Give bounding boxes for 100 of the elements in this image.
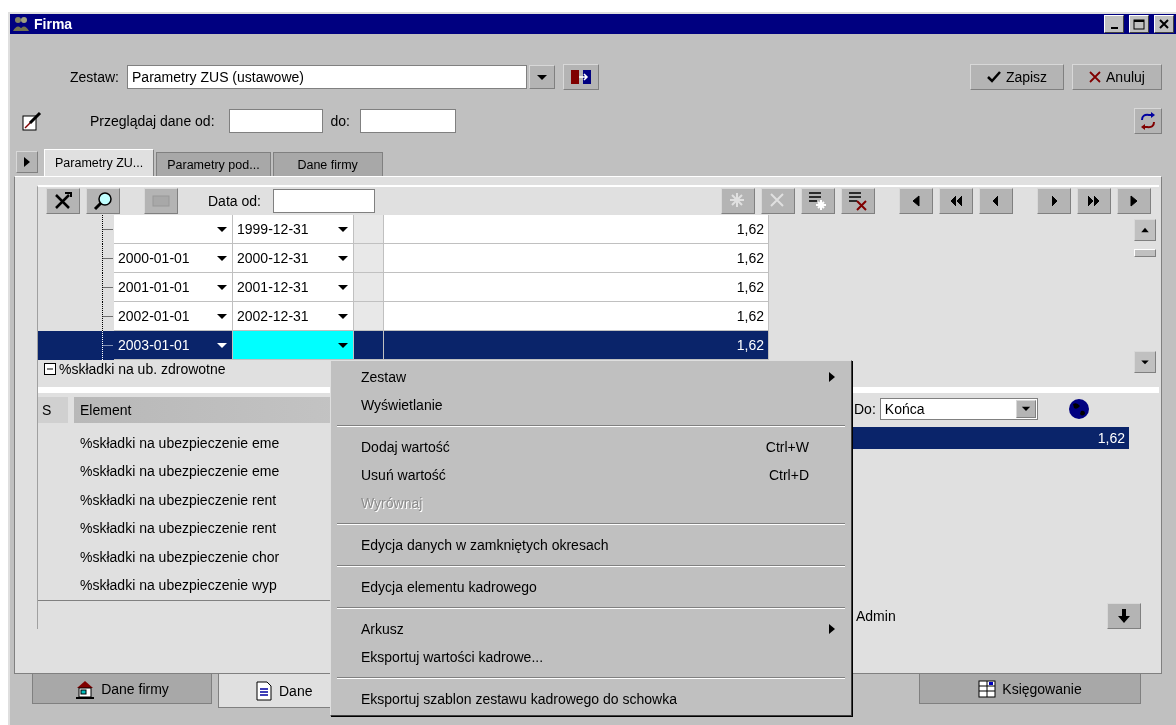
table-cell: 1,62: [384, 244, 769, 274]
fast-forward-button[interactable]: [1077, 188, 1111, 215]
date-to-field[interactable]: [360, 109, 456, 133]
caret-icon: [337, 254, 349, 263]
date-from-field[interactable]: [228, 109, 323, 133]
table-cell[interactable]: [233, 331, 354, 361]
search-button[interactable]: [86, 188, 120, 215]
add-row-icon: [808, 192, 827, 212]
tab[interactable]: Dane firmy: [272, 152, 383, 176]
table-cell[interactable]: 2000-01-01: [114, 244, 233, 274]
caret-icon: [1020, 405, 1031, 413]
menu-item[interactable]: Wyświetlanie: [333, 391, 849, 419]
table-cell: 1,62: [384, 273, 769, 303]
table-cell[interactable]: 2001-01-01: [114, 273, 233, 303]
browse-label: Przeglądaj dane od:: [90, 113, 215, 129]
exit-button[interactable]: [563, 64, 599, 90]
shortcut-label: Ctrl+D: [768, 467, 809, 483]
table-cell[interactable]: 2000-12-31: [233, 244, 354, 274]
menu-item[interactable]: Arkusz: [333, 615, 849, 643]
add-row-button[interactable]: [801, 188, 835, 215]
expand-button[interactable]: [16, 151, 38, 173]
tab[interactable]: Parametry pod...: [156, 152, 271, 176]
save-button[interactable]: Zapisz: [970, 64, 1064, 90]
shortcut-label: Ctrl+W: [765, 439, 809, 455]
window-title: Firma: [34, 16, 73, 32]
maximize-button[interactable]: [1129, 15, 1149, 33]
table-cell: [354, 302, 384, 332]
tree-connector: [102, 244, 113, 274]
column-header[interactable]: S: [38, 396, 68, 423]
minimize-icon: [1110, 26, 1118, 29]
door-arrow-icon: [570, 68, 592, 86]
down-arrow-icon: [1140, 358, 1150, 365]
caret-icon: [216, 312, 228, 321]
fast-forward-icon: [1086, 194, 1102, 209]
to-combo[interactable]: Końca: [879, 397, 1038, 420]
tab[interactable]: Księgowanie: [919, 674, 1141, 704]
move-down-button[interactable]: [1107, 602, 1141, 629]
collapse-icon[interactable]: [44, 363, 56, 376]
house-icon: [75, 678, 96, 699]
down-arrow-icon: [1117, 607, 1131, 624]
search-icon: [93, 191, 113, 212]
minimize-button[interactable]: [1104, 15, 1124, 33]
remove-row-icon: [848, 192, 867, 212]
caret-icon: [536, 73, 548, 81]
menu-item[interactable]: Dodaj wartość Ctrl+W: [333, 433, 849, 461]
table-cell: 1,62: [384, 331, 769, 361]
star-icon: [729, 192, 745, 209]
close-icon: [1089, 71, 1102, 83]
menu-item[interactable]: Zestaw: [333, 363, 849, 391]
menu-item[interactable]: Edycja elementu kadrowego: [333, 573, 849, 601]
previous-button[interactable]: [979, 188, 1013, 215]
remove-row-button[interactable]: [841, 188, 875, 215]
menu-item[interactable]: Usuń wartość Ctrl+D: [333, 461, 849, 489]
menu-item[interactable]: Eksportuj szablon zestawu kadrowego do schowka: [333, 685, 849, 713]
date-label: Data od:: [208, 193, 261, 210]
date-field[interactable]: [272, 189, 375, 214]
tab[interactable]: Parametry ZU...: [44, 149, 155, 176]
globe-icon: [1067, 397, 1090, 420]
caret-icon: [337, 312, 349, 321]
caret-icon: [216, 225, 228, 234]
close-button[interactable]: [1154, 15, 1174, 33]
table-cell[interactable]: 2003-01-01: [114, 331, 233, 361]
scroll-up-button[interactable]: [1134, 219, 1156, 242]
set-label: Zestaw:: [70, 69, 119, 85]
set-field[interactable]: Parametry ZUS (ustawowe): [127, 65, 527, 89]
user-name: Admin: [856, 607, 896, 624]
tree-connector: [102, 273, 113, 303]
caret-icon: [337, 341, 349, 350]
cancel-button[interactable]: Anuluj: [1072, 64, 1162, 90]
caret-icon: [216, 254, 228, 263]
table-cell[interactable]: 2002-12-31: [233, 302, 354, 332]
dropdown-button[interactable]: [529, 65, 555, 89]
last-button[interactable]: [1117, 188, 1151, 215]
document-icon: [255, 680, 273, 701]
table-cell: [354, 244, 384, 274]
fast-back-button[interactable]: [939, 188, 973, 215]
table-cell[interactable]: 2002-01-01: [114, 302, 233, 332]
tree-connector: [102, 302, 113, 332]
scroll-thumb[interactable]: [1134, 249, 1156, 258]
first-button[interactable]: [899, 188, 933, 215]
people-icon: [12, 16, 30, 32]
table-cell[interactable]: [114, 215, 233, 245]
menu-item[interactable]: Eksportuj wartości kadrowe...: [333, 643, 849, 671]
date-to-label: do:: [330, 113, 350, 129]
table-cell: [354, 215, 384, 245]
to-label: Do:: [854, 400, 876, 417]
tools-button[interactable]: [46, 188, 80, 215]
tree-connector: [102, 215, 113, 245]
table-cell[interactable]: 2001-12-31: [233, 273, 354, 303]
tree-node-label[interactable]: %składki na ub. zdrowotne: [59, 361, 226, 378]
menu-item[interactable]: Edycja danych w zamkniętych okresach: [333, 531, 849, 559]
next-button[interactable]: [1037, 188, 1071, 215]
maximize-icon: [1133, 18, 1145, 30]
panel-icon: [152, 195, 170, 208]
dropdown-button[interactable]: [1015, 399, 1036, 418]
refresh-button[interactable]: [1134, 108, 1162, 134]
scroll-down-button[interactable]: [1134, 350, 1156, 373]
caret-icon: [216, 341, 228, 350]
table-cell[interactable]: 1999-12-31: [233, 215, 354, 245]
tab[interactable]: Dane firmy: [32, 674, 212, 704]
